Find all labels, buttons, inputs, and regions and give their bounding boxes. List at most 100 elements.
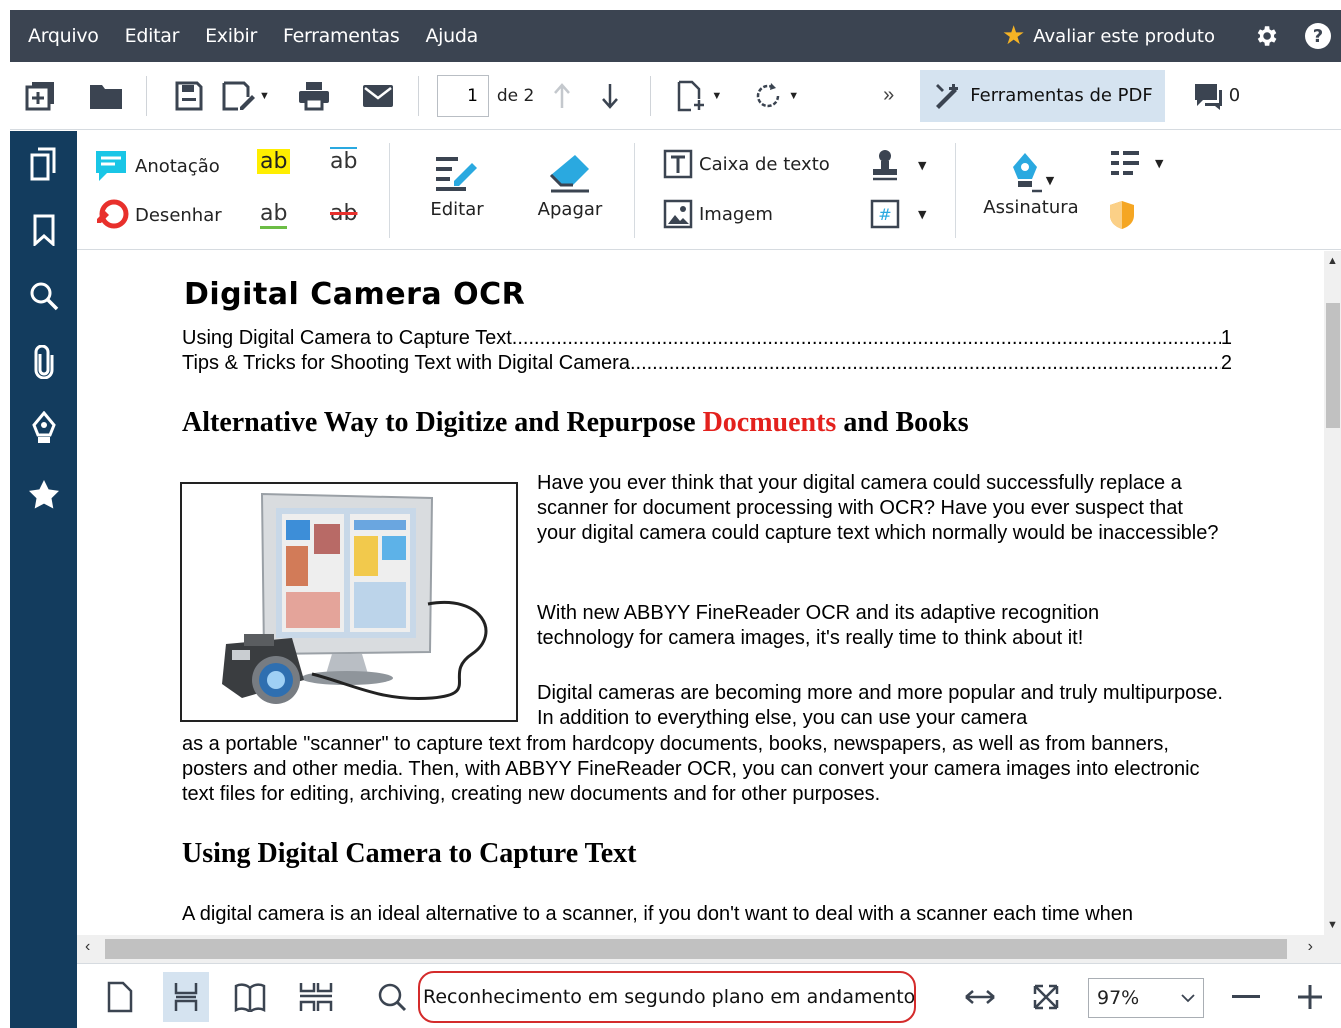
edit-button[interactable]: Editar <box>427 151 487 220</box>
bates-number-icon: # <box>870 199 900 229</box>
save-as-dropdown-caret[interactable]: ▼ <box>259 90 270 102</box>
attachments-paperclip-icon[interactable] <box>10 329 77 395</box>
pages-panel-icon[interactable] <box>10 131 77 197</box>
add-page-icon[interactable] <box>22 78 58 114</box>
page-number-input[interactable] <box>436 74 489 117</box>
toolbar-overflow-button[interactable]: » <box>883 84 894 107</box>
ribbon-divider <box>634 143 635 238</box>
help-icon[interactable]: ? <box>1303 21 1333 51</box>
signatures-pen-icon[interactable] <box>10 395 77 461</box>
next-page-arrow-icon[interactable] <box>592 78 628 114</box>
rate-product-button[interactable]: ★ Avaliar este produto <box>1002 23 1215 49</box>
scroll-left-arrow-icon[interactable]: ‹ <box>85 938 90 956</box>
underline-text-button[interactable]: ab <box>260 201 288 229</box>
signature-button[interactable]: ▼ Assinatura <box>979 151 1083 218</box>
strikethrough-text-button[interactable]: ab <box>330 201 357 226</box>
annotation-icon <box>96 151 126 181</box>
pdf-tools-button[interactable]: Ferramentas de PDF <box>920 69 1165 122</box>
redaction-list-button[interactable]: ▼ <box>1109 149 1163 177</box>
text-box-label: Caixa de texto <box>699 153 830 175</box>
comments-button[interactable]: 0 <box>1193 82 1240 110</box>
save-as-icon[interactable] <box>221 78 257 114</box>
menu-ferramentas[interactable]: Ferramentas <box>270 25 412 47</box>
document-view[interactable]: Digital Camera OCR Using Digital Camera … <box>77 251 1324 935</box>
background-recognition-status: Reconhecimento em segundo plano em andam… <box>418 971 916 1023</box>
previous-page-arrow-icon[interactable] <box>544 78 580 114</box>
zoom-in-icon[interactable] <box>1287 972 1333 1022</box>
menu-editar[interactable]: Editar <box>112 25 192 47</box>
rotate-icon[interactable] <box>750 78 786 114</box>
single-page-view-icon[interactable] <box>97 972 143 1022</box>
menu-arquivo[interactable]: Arquivo <box>10 25 112 47</box>
highlight-ab-icon: ab <box>257 149 291 174</box>
search-icon[interactable] <box>369 972 415 1022</box>
text-box-icon <box>663 149 693 179</box>
draw-button[interactable]: Desenhar <box>95 199 222 231</box>
favorites-star-icon[interactable] <box>10 461 77 527</box>
signature-dropdown-caret[interactable]: ▼ <box>1046 174 1054 187</box>
scroll-down-arrow-icon[interactable]: ▼ <box>1327 919 1338 931</box>
stamp-icon <box>873 150 897 181</box>
fit-width-icon[interactable] <box>957 972 1003 1022</box>
image-button[interactable]: Imagem <box>663 199 773 229</box>
zoom-out-icon[interactable] <box>1223 972 1269 1022</box>
computer-camera-illustration <box>180 482 518 722</box>
horizontal-scroll-thumb[interactable] <box>105 939 1287 959</box>
svg-text:#: # <box>878 205 891 224</box>
toc-entry[interactable]: Tips & Tricks for Shooting Text with Dig… <box>182 352 1232 375</box>
stamp-button[interactable]: ▼ <box>870 149 926 181</box>
pdf-tools-ribbon: Anotação Desenhar ab ab ab ab Editar Apa… <box>77 131 1341 250</box>
menu-right-group: ★ Avaliar este produto ? <box>1002 10 1341 62</box>
svg-text:?: ? <box>1313 26 1323 47</box>
open-folder-icon[interactable] <box>88 78 124 114</box>
bates-dropdown-caret[interactable]: ▼ <box>918 208 926 221</box>
rate-product-label: Avaliar este produto <box>1033 25 1215 47</box>
new-document-icon[interactable] <box>673 78 709 114</box>
continuous-view-icon[interactable] <box>163 972 209 1022</box>
horizontal-scrollbar[interactable]: ‹ › <box>77 935 1341 963</box>
rotate-dropdown-caret[interactable]: ▼ <box>788 90 799 102</box>
save-icon[interactable] <box>171 78 207 114</box>
image-label: Imagem <box>699 203 773 225</box>
main-toolbar: ▼ de 2 ▼ ▼ » Ferramentas de PDF 0 <box>10 62 1341 130</box>
paragraph: A digital camera is an ideal alternative… <box>182 903 1134 925</box>
list-options-dropdown-caret[interactable]: ▼ <box>1155 157 1163 170</box>
draw-icon <box>97 199 129 229</box>
section-heading: Alternative Way to Digitize and Repurpos… <box>182 407 969 439</box>
fit-page-icon[interactable] <box>1023 972 1069 1022</box>
list-options-icon <box>1111 151 1139 175</box>
ribbon-divider <box>389 143 390 238</box>
stamp-dropdown-caret[interactable]: ▼ <box>918 159 926 172</box>
menu-ajuda[interactable]: Ajuda <box>412 25 491 47</box>
text-box-button[interactable]: Caixa de texto <box>663 149 830 179</box>
erase-button[interactable]: Apagar <box>535 151 605 220</box>
erase-label: Apagar <box>537 199 603 220</box>
two-page-scroll-view-icon[interactable] <box>293 972 339 1022</box>
scroll-right-arrow-icon[interactable]: › <box>1308 938 1313 956</box>
menu-exibir[interactable]: Exibir <box>192 25 270 47</box>
new-document-dropdown-caret[interactable]: ▼ <box>711 90 722 102</box>
toc-entry[interactable]: Using Digital Camera to Capture Text 1 <box>182 327 1232 350</box>
toc-entry-text: Tips & Tricks for Shooting Text with Dig… <box>182 352 630 374</box>
bates-number-button[interactable]: # ▼ <box>870 199 926 229</box>
insert-text-button[interactable]: ab <box>330 147 358 174</box>
annotation-button[interactable]: Anotação <box>95 149 220 183</box>
toolbar-divider <box>650 75 652 116</box>
highlight-text-button[interactable]: ab <box>257 149 291 174</box>
search-icon[interactable] <box>10 263 77 329</box>
protect-shield-button[interactable] <box>1107 199 1137 231</box>
two-page-view-icon[interactable] <box>227 972 273 1022</box>
vertical-scrollbar[interactable]: ▲ ▼ <box>1324 251 1341 935</box>
left-sidebar <box>10 131 77 1028</box>
email-icon[interactable] <box>360 78 396 114</box>
settings-gear-icon[interactable] <box>1251 21 1281 51</box>
print-icon[interactable] <box>296 78 332 114</box>
vertical-scroll-thumb[interactable] <box>1326 303 1340 428</box>
zoom-level-value: 97% <box>1097 987 1140 1009</box>
scroll-up-arrow-icon[interactable]: ▲ <box>1327 255 1338 267</box>
bookmarks-icon[interactable] <box>10 197 77 263</box>
edit-label: Editar <box>430 199 484 220</box>
chevron-down-icon <box>1181 994 1195 1003</box>
zoom-level-select[interactable]: 97% <box>1088 978 1204 1018</box>
ribbon-divider <box>955 143 956 238</box>
